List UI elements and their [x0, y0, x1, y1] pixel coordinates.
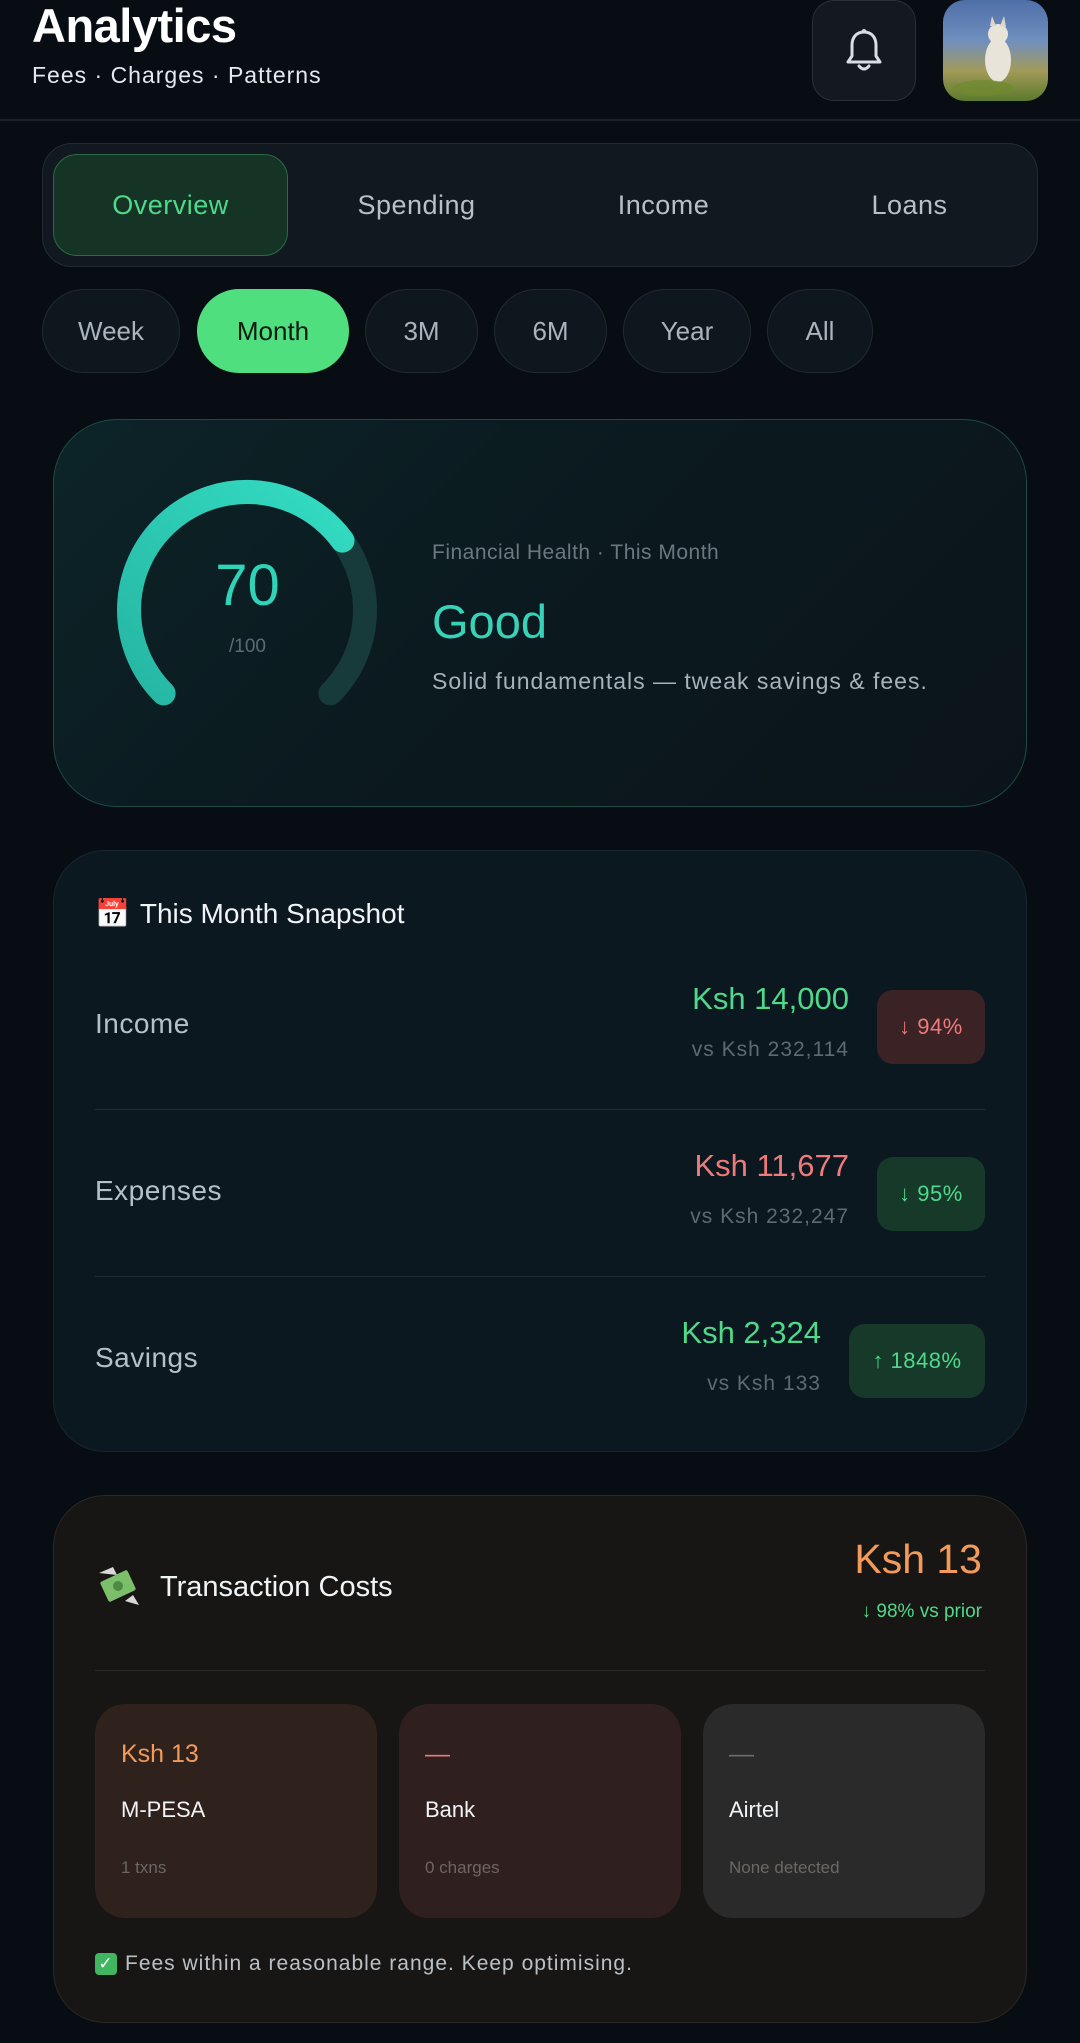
expenses-change-badge: ↓ 95% — [877, 1157, 985, 1231]
period-all[interactable]: All — [767, 289, 873, 373]
period-3m[interactable]: 3M — [365, 289, 478, 373]
tab-bar: Overview Spending Income Loans — [42, 143, 1038, 267]
transaction-costs-total: Ksh 13 — [854, 1536, 982, 1582]
health-status: Good — [432, 595, 547, 648]
provider-note: 1 txns — [121, 1858, 167, 1877]
provider-note: None detected — [729, 1858, 840, 1877]
fees-status-note: ✓ Fees within a reasonable range. Keep o… — [95, 1952, 633, 1976]
income-change-badge: ↓ 94% — [877, 990, 985, 1064]
expenses-label: Expenses — [95, 1175, 222, 1206]
savings-change-badge: ↑ 1848% — [849, 1324, 985, 1398]
notifications-button[interactable] — [812, 0, 916, 101]
tab-income[interactable]: Income — [546, 154, 781, 256]
tab-overview[interactable]: Overview — [53, 154, 288, 256]
transaction-costs-title: Transaction Costs — [160, 1571, 393, 1603]
snapshot-header: 📅 This Month Snapshot — [95, 897, 404, 930]
provider-name: M-PESA — [121, 1797, 206, 1822]
period-week[interactable]: Week — [42, 289, 180, 373]
provider-amount: — — [729, 1740, 754, 1768]
bell-icon — [846, 28, 882, 70]
transaction-costs-change: ↓ 98% vs prior — [861, 1601, 982, 1622]
card-divider — [95, 1670, 985, 1671]
provider-name: Bank — [425, 1797, 476, 1822]
health-description: Solid fundamentals — tweak savings & fee… — [432, 668, 928, 694]
health-label: Financial Health · This Month — [432, 541, 720, 564]
health-score-max: /100 — [229, 636, 266, 657]
expenses-value: Ksh 11,677 — [694, 1148, 849, 1183]
check-icon: ✓ — [95, 1953, 117, 1975]
page-subtitle: Fees · Charges · Patterns — [32, 62, 322, 88]
snapshot-title: This Month Snapshot — [139, 897, 405, 929]
row-divider — [95, 1109, 985, 1110]
page-title: Analytics — [32, 0, 237, 52]
provider-note: 0 charges — [425, 1858, 500, 1877]
header-divider — [0, 119, 1080, 121]
health-score: 70 — [215, 553, 280, 618]
provider-amount: Ksh 13 — [121, 1740, 199, 1768]
tab-spending[interactable]: Spending — [299, 154, 534, 256]
provider-card-airtel[interactable]: — Airtel None detected — [703, 1704, 985, 1918]
period-month[interactable]: Month — [197, 289, 349, 373]
row-divider — [95, 1276, 985, 1277]
provider-card-mpesa[interactable]: Ksh 13 M-PESA 1 txns — [95, 1704, 377, 1918]
provider-name: Airtel — [729, 1797, 780, 1822]
avatar[interactable] — [943, 0, 1048, 101]
income-label: Income — [95, 1008, 190, 1039]
income-value: Ksh 14,000 — [692, 981, 849, 1016]
savings-label: Savings — [95, 1342, 199, 1373]
savings-previous: vs Ksh 133 — [707, 1372, 821, 1395]
income-previous: vs Ksh 232,114 — [691, 1038, 849, 1061]
fees-status-text: Fees within a reasonable range. Keep opt… — [125, 1952, 633, 1975]
expenses-previous: vs Ksh 232,247 — [690, 1205, 849, 1228]
period-year[interactable]: Year — [623, 289, 751, 373]
savings-value: Ksh 2,324 — [681, 1315, 821, 1350]
money-with-wings-icon — [99, 1567, 139, 1605]
calendar-icon: 📅 — [95, 898, 130, 929]
tab-loans[interactable]: Loans — [792, 154, 1027, 256]
provider-card-bank[interactable]: — Bank 0 charges — [399, 1704, 681, 1918]
period-6m[interactable]: 6M — [494, 289, 607, 373]
provider-amount: — — [425, 1740, 450, 1768]
